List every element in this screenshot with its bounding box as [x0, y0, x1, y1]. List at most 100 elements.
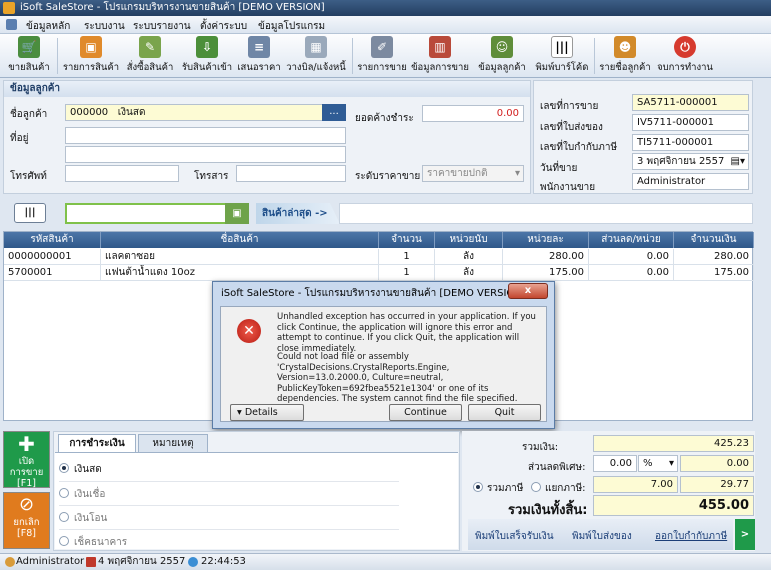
menu-master-data[interactable]: ข้อมูลหลัก: [26, 19, 70, 34]
cancel-sale-button[interactable]: ⊘ ยกเลิก [F8]: [3, 492, 50, 549]
vat-amount-field: 29.77: [680, 476, 754, 493]
power-icon: ⏻: [674, 36, 696, 58]
product-list-button[interactable]: ▣ รายการสินค้า: [62, 36, 120, 76]
continue-button[interactable]: Continue: [389, 404, 462, 421]
staff-field[interactable]: Administrator: [632, 173, 749, 190]
document-panel: เลขที่การขาย SA5711-000001 เลขที่ใบส่งขอ…: [533, 80, 753, 194]
date-picker[interactable]: 3 พฤศจิกายน 2557 ▤▾: [632, 153, 749, 170]
address-line2[interactable]: [65, 146, 346, 163]
cell-code: 0000000001: [4, 249, 101, 265]
search-product-button[interactable]: ▣: [225, 203, 249, 224]
barcode-icon: |||: [551, 36, 573, 58]
discount-amount-field: 0.00: [680, 455, 754, 472]
col-header-unit[interactable]: หน่วยนับ: [435, 232, 503, 248]
calculator-icon: ▦: [305, 36, 327, 58]
radio-vat-excluded[interactable]: [531, 482, 541, 492]
calendar-icon: ▤▾: [730, 156, 745, 167]
status-time: 22:44:53: [201, 556, 246, 567]
menu-icon: [6, 19, 17, 30]
credit-label: เงินเชื่อ: [74, 489, 106, 500]
vat-excluded-label: แยกภาษี:: [545, 483, 586, 494]
sales-list-button[interactable]: ✐ รายการขาย: [356, 36, 408, 76]
pen-icon: ✐: [371, 36, 393, 58]
quit-button[interactable]: Quit: [468, 404, 541, 421]
title-bar: iSoft SaleStore - โปรแกรมบริหารงานขายสิน…: [0, 0, 771, 16]
cell-qty: 1: [379, 249, 435, 265]
discount-unit-select[interactable]: % ▾: [638, 455, 678, 472]
delivery-no-field[interactable]: IV5711-000001: [632, 114, 749, 131]
cell-amount: 175.00: [674, 265, 754, 281]
radio-credit[interactable]: [59, 488, 69, 498]
billing-button[interactable]: ▦ วางบิล/แจ้งหนี้: [284, 36, 348, 76]
barcode-button[interactable]: ||| พิมพ์บาร์โค้ด: [534, 36, 590, 76]
sale-no-label: เลขที่การขาย: [540, 101, 599, 112]
transfer-label: เงินโอน: [74, 513, 108, 524]
details-button[interactable]: ▾ Details: [230, 404, 304, 421]
col-header-amount[interactable]: จำนวนเงิน: [674, 232, 754, 248]
menu-settings[interactable]: ตั้งค่าระบบ: [200, 19, 247, 34]
grand-total-label: รวมเงินทั้งสิ้น:: [508, 503, 588, 518]
price-level-label: ระดับราคาขาย: [355, 171, 421, 182]
cell-qty: 1: [379, 265, 435, 281]
address-label: ที่อยู่: [10, 133, 29, 144]
col-header-price[interactable]: หน่วยละ: [503, 232, 589, 248]
radio-cash[interactable]: [59, 463, 69, 473]
radio-vat-included[interactable]: [473, 482, 483, 492]
next-button[interactable]: >: [735, 519, 755, 550]
tax-no-field[interactable]: TI5711-000001: [632, 134, 749, 151]
open-sale-button[interactable]: ✚ เปิด การขาย [F1]: [3, 431, 50, 489]
tab-note[interactable]: หมายเหตุ: [138, 434, 208, 452]
receive-button[interactable]: ⇩ รับสินค้าเข้า: [180, 36, 234, 76]
customer-panel: ข้อมูลลูกค้า ชื่อลูกค้า 000000 เงินสด ..…: [3, 80, 531, 194]
radio-transfer[interactable]: [59, 512, 69, 522]
col-header-qty[interactable]: จำนวน: [379, 232, 435, 248]
barcode-scan-icon[interactable]: |||: [14, 203, 46, 223]
customer-list-button[interactable]: ☻ รายชื่อลูกค้า: [598, 36, 652, 76]
print-delivery-button[interactable]: พิมพ์ใบส่งของ: [572, 529, 632, 544]
address-line1[interactable]: [65, 127, 346, 144]
customer-name-field[interactable]: 000000 เงินสด: [65, 104, 323, 121]
cell-name: แลคตาซอย: [101, 249, 379, 265]
menu-reports[interactable]: ระบบรายงาน: [133, 19, 191, 34]
price-level-select[interactable]: ราคาขายปกติ ▾: [422, 165, 524, 182]
chevron-down-icon: ▾: [514, 168, 520, 179]
col-header-discount[interactable]: ส่วนลด/หน่วย: [589, 232, 674, 248]
menu-program-info[interactable]: ข้อมูลโปรแกรม: [258, 19, 325, 34]
status-date: 4 พฤศจิกายน 2557: [98, 556, 186, 567]
radio-cheque[interactable]: [59, 536, 69, 546]
cancel-document-icon: ⊘: [18, 494, 35, 515]
cell-discount: 0.00: [589, 249, 674, 265]
dialog-title: iSoft SaleStore - โปรแกรมบริหารงานขายสิน…: [221, 288, 526, 299]
menu-operations[interactable]: ระบบงาน: [84, 19, 125, 34]
barcode-input[interactable]: [65, 203, 249, 224]
sales-data-button[interactable]: ▥ ข้อมูลการขาย: [410, 36, 470, 76]
dialog-close-button[interactable]: x: [508, 283, 548, 299]
quote-button[interactable]: ≡ เสนอราคา: [236, 36, 282, 76]
col-header-code[interactable]: รหัสสินค้า: [4, 232, 101, 248]
error-dialog: iSoft SaleStore - โปรแกรมบริหารงานขายสิน…: [212, 281, 555, 429]
tab-payment[interactable]: การชำระเงิน: [58, 434, 136, 452]
print-receipt-button[interactable]: พิมพ์ใบเสร็จรับเงิน: [475, 529, 554, 544]
tax-no-label: เลขที่ใบกำกับภาษี: [540, 142, 618, 153]
sell-button[interactable]: 🛒 ขายสินค้า: [4, 36, 54, 76]
order-button[interactable]: ✎ สั่งซื้อสินค้า: [124, 36, 176, 76]
phone-label: โทรศัพท์: [10, 171, 47, 182]
exit-button[interactable]: ⏻ จบการทำงาน: [656, 36, 714, 76]
vat-rate-field: 7.00: [593, 476, 678, 493]
phone-field[interactable]: [65, 165, 179, 182]
cell-code: 5700001: [4, 265, 101, 281]
total-field: 425.23: [593, 435, 754, 452]
status-bar: Administrator 4 พฤศจิกายน 2557 22:44:53: [0, 553, 771, 570]
cell-name: แฟนต้าน้ำแดง 10oz: [101, 265, 379, 281]
customer-data-button[interactable]: ☺ ข้อมูลลูกค้า: [472, 36, 532, 76]
books-icon: ▥: [429, 36, 451, 58]
discount-label: ส่วนลดพิเศษ:: [528, 462, 586, 473]
issue-tax-invoice-button[interactable]: ออกใบกำกับภาษี: [655, 529, 727, 544]
status-user: Administrator: [16, 556, 85, 567]
discount-input[interactable]: 0.00: [593, 455, 637, 472]
col-header-name[interactable]: ชื่อสินค้า: [101, 232, 379, 248]
fax-field[interactable]: [236, 165, 346, 182]
customer-browse-button[interactable]: ...: [322, 104, 346, 121]
latest-product-display: [339, 203, 753, 224]
box-icon: ▣: [80, 36, 102, 58]
